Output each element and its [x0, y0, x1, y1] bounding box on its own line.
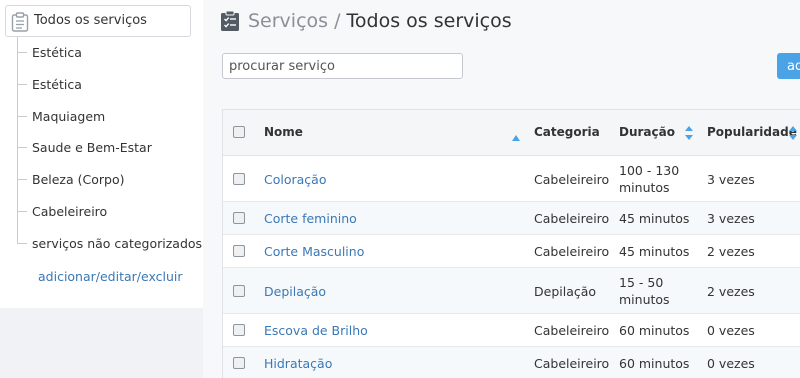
service-duration-unit: minutos: [619, 292, 670, 307]
service-duration: 15 - 50: [619, 275, 664, 290]
sidebar-item-label: Estética: [32, 77, 82, 92]
search-input[interactable]: [222, 53, 463, 79]
service-duration: 45 minutos: [619, 211, 690, 226]
sidebar-footer: [0, 308, 203, 378]
service-category: Cabeleireiro: [534, 211, 610, 226]
tree-tick: [17, 179, 27, 180]
service-duration: 100 - 130: [619, 163, 680, 178]
add-service-button[interactable]: ad: [777, 53, 800, 79]
service-name-link[interactable]: Coloração: [264, 171, 326, 188]
sidebar-item-cabeleireiro[interactable]: Cabeleireiro: [17, 202, 197, 222]
sidebar-item-label: Cabeleireiro: [32, 204, 108, 219]
page-header: Serviços / Todos os serviços: [220, 6, 512, 36]
table-row[interactable]: Coloração Cabeleireiro 100 - 130 minutos…: [223, 156, 800, 202]
breadcrumb-services[interactable]: Serviços: [248, 10, 328, 32]
service-popularity: 0 vezes: [707, 323, 755, 338]
sidebar-item-maquiagem[interactable]: Maquiagem: [17, 107, 197, 127]
sort-both-icon[interactable]: [685, 125, 693, 144]
tree-tick: [17, 147, 27, 148]
service-name-link[interactable]: Hidratação: [264, 355, 332, 372]
service-category: Cabeleireiro: [534, 244, 610, 259]
service-popularity: 0 vezes: [707, 356, 755, 371]
service-popularity: 3 vezes: [707, 211, 755, 226]
sidebar-item-estetica-2[interactable]: Estética: [17, 75, 197, 95]
service-name-link[interactable]: Corte Masculino: [264, 243, 364, 260]
sidebar-root-label: Todos os serviços: [34, 13, 147, 28]
row-checkbox[interactable]: [233, 173, 245, 185]
table-row[interactable]: Corte feminino Cabeleireiro 45 minutos 3…: [223, 202, 800, 235]
service-popularity: 2 vezes: [707, 244, 755, 259]
sidebar-item-label: Maquiagem: [32, 109, 106, 124]
column-header-duration[interactable]: Duração: [619, 125, 675, 139]
service-popularity: 3 vezes: [707, 172, 755, 187]
sidebar-item-saude[interactable]: Saude e Bem-Estar: [17, 138, 197, 158]
clipboard-check-icon: [220, 10, 240, 32]
sidebar-item-label: Estética: [32, 45, 82, 60]
column-header-name[interactable]: Nome: [264, 125, 303, 139]
sidebar-item-label: serviços não categorizados: [32, 236, 203, 251]
table-header: Nome Categoria Duração Popularidade: [223, 110, 800, 156]
table-row[interactable]: Escova de Brilho Cabeleireiro 60 minutos…: [223, 314, 800, 347]
row-checkbox[interactable]: [233, 245, 245, 257]
clipboard-icon: [11, 12, 29, 32]
sidebar-item-estetica[interactable]: Estética: [17, 43, 197, 63]
tree-tick: [17, 211, 27, 212]
service-popularity: 2 vezes: [707, 284, 755, 299]
tree-tick: [17, 243, 27, 244]
service-name-link[interactable]: Depilação: [264, 283, 326, 300]
tree-tick: [17, 52, 27, 53]
row-checkbox[interactable]: [233, 357, 245, 369]
tree-tick: [17, 84, 27, 85]
services-table: Nome Categoria Duração Popularidade Colo…: [222, 109, 800, 378]
table-row[interactable]: Depilação Depilação 15 - 50 minutos 2 ve…: [223, 268, 800, 314]
service-duration-unit: minutos: [619, 180, 670, 195]
row-checkbox[interactable]: [233, 285, 245, 297]
column-header-popularity[interactable]: Popularidade: [707, 125, 797, 139]
breadcrumb-current: Todos os serviços: [346, 10, 512, 32]
service-name-link[interactable]: Escova de Brilho: [264, 322, 368, 339]
service-duration: 60 minutos: [619, 323, 690, 338]
sidebar-item-uncategorized[interactable]: serviços não categorizados: [17, 234, 202, 254]
sidebar-item-beleza[interactable]: Beleza (Corpo): [17, 170, 197, 190]
service-category: Cabeleireiro: [534, 323, 610, 338]
row-checkbox[interactable]: [233, 324, 245, 336]
table-row[interactable]: Corte Masculino Cabeleireiro 45 minutos …: [223, 235, 800, 268]
service-category: Depilação: [534, 284, 597, 299]
column-header-category[interactable]: Categoria: [534, 125, 600, 139]
service-duration: 45 minutos: [619, 244, 690, 259]
page-title: Serviços / Todos os serviços: [248, 10, 512, 32]
service-duration: 60 minutos: [619, 356, 690, 371]
breadcrumb-separator: /: [328, 10, 347, 32]
select-all-checkbox[interactable]: [233, 126, 245, 138]
sidebar-item-label: Beleza (Corpo): [32, 172, 125, 187]
sort-up-icon[interactable]: [512, 126, 520, 145]
service-category: Cabeleireiro: [534, 172, 610, 187]
service-name-link[interactable]: Corte feminino: [264, 210, 357, 227]
sort-both-icon[interactable]: [789, 125, 797, 144]
service-category: Cabeleireiro: [534, 356, 610, 371]
table-row[interactable]: Hidratação Cabeleireiro 60 minutos 0 vez…: [223, 347, 800, 378]
sidebar-item-label: Saude e Bem-Estar: [32, 140, 152, 155]
sidebar-item-all-services[interactable]: Todos os serviços: [5, 5, 191, 37]
row-checkbox[interactable]: [233, 212, 245, 224]
tree-tick: [17, 116, 27, 117]
manage-categories-link[interactable]: adicionar/editar/excluir: [38, 269, 183, 284]
